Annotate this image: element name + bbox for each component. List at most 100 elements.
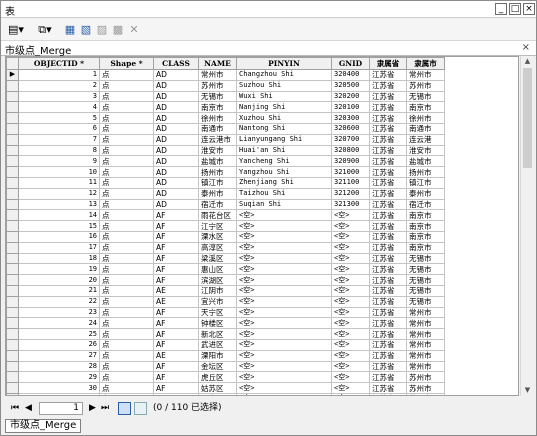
table-cell[interactable]: <空>	[236, 328, 332, 340]
table-cell[interactable]: 点	[99, 284, 154, 297]
table-cell[interactable]: 点	[99, 263, 154, 276]
table-cell[interactable]: 江苏省	[369, 122, 407, 135]
table-row[interactable]: 22 点 AE 宜兴市 <空> <空> 江苏省 无锡市	[6, 295, 445, 308]
table-cell[interactable]: 23	[18, 306, 100, 319]
table-cell[interactable]: 18	[18, 252, 100, 265]
table-cell[interactable]: 南京市	[198, 101, 237, 114]
column-header[interactable]: Shape *	[99, 57, 154, 70]
clear-selection-icon[interactable]: ▨	[95, 22, 109, 38]
table-cell[interactable]: 点	[99, 371, 154, 384]
table-cell[interactable]: 江苏省	[369, 69, 407, 81]
table-cell[interactable]: 常州市	[198, 69, 237, 81]
table-cell[interactable]: 江苏省	[369, 349, 407, 362]
table-cell[interactable]: 扬州市	[406, 166, 445, 178]
table-cell[interactable]: 常州市	[406, 349, 445, 362]
row-selector[interactable]	[6, 317, 19, 330]
table-cell[interactable]: 扬州市	[198, 166, 237, 178]
table-row[interactable]: 7 点 AD 连云港市 Lianyungang Shi 320700 江苏省 连云港	[6, 133, 445, 146]
table-cell[interactable]: 江苏省	[369, 209, 407, 222]
table-cell[interactable]: AD	[153, 69, 199, 81]
table-cell[interactable]: 盐城市	[406, 155, 445, 168]
table-cell[interactable]: Wuxi Shi	[236, 90, 332, 103]
table-cell[interactable]: 点	[99, 252, 154, 265]
delete-selected-icon[interactable]: ✕	[127, 22, 141, 38]
table-row[interactable]: 29 点 AF 虎丘区 <空> <空> 江苏省 苏州市	[6, 371, 445, 384]
table-cell[interactable]: AF	[153, 263, 199, 276]
table-cell[interactable]: 徐州市	[198, 112, 237, 124]
table-cell[interactable]: 江阴市	[198, 284, 237, 297]
table-cell[interactable]: AE	[153, 349, 199, 362]
table-cell[interactable]: Changzhou Shi	[236, 69, 332, 81]
table-cell[interactable]: <空>	[236, 382, 332, 394]
table-cell[interactable]: 4	[18, 101, 100, 114]
close-button[interactable]: ×	[523, 3, 535, 15]
table-cell[interactable]: 江苏省	[369, 306, 407, 319]
table-row[interactable]: 15 点 AF 江宁区 <空> <空> 江苏省 南京市	[6, 220, 445, 232]
table-row[interactable]: ▶ 1 点 AD 常州市 Changzhou Shi 320400 江苏省 常州市	[6, 69, 445, 81]
table-row[interactable]: 6 点 AD 南通市 Nantong Shi 320600 江苏省 南通市	[6, 122, 445, 135]
column-header[interactable]: 隶属市	[406, 57, 445, 70]
table-cell[interactable]: AF	[153, 230, 199, 243]
table-cell[interactable]: Yangzhou Shi	[236, 166, 332, 178]
table-cell[interactable]: 点	[99, 230, 154, 243]
table-cell[interactable]: 江苏省	[369, 328, 407, 340]
table-cell[interactable]: <空>	[331, 371, 370, 384]
table-cell[interactable]: 江苏省	[369, 187, 407, 200]
table-cell[interactable]: 320200	[331, 90, 370, 103]
table-cell[interactable]: AD	[153, 122, 199, 135]
table-cell[interactable]: 南京市	[406, 209, 445, 222]
table-cell[interactable]: 14	[18, 209, 100, 222]
scroll-up-icon[interactable]: ▲	[522, 56, 533, 67]
zoom-to-selected-icon[interactable]: ▩	[111, 22, 125, 38]
table-cell[interactable]: 江苏省	[369, 284, 407, 297]
table-cell[interactable]: 20	[18, 274, 100, 286]
table-cell[interactable]: 点	[99, 349, 154, 362]
table-cell[interactable]: 点	[99, 338, 154, 351]
select-by-attributes-icon[interactable]: ▦	[63, 22, 77, 38]
table-cell[interactable]: 8	[18, 144, 100, 157]
row-selector[interactable]	[6, 295, 19, 308]
table-cell[interactable]: 江苏省	[369, 166, 407, 178]
table-cell[interactable]: 镇江市	[198, 176, 237, 189]
table-cell[interactable]: 连云港市	[198, 133, 237, 146]
table-cell[interactable]: 点	[99, 144, 154, 157]
table-cell[interactable]: 溧阳市	[198, 349, 237, 362]
table-cell[interactable]: Taizhou Shi	[236, 187, 332, 200]
row-selector[interactable]	[6, 101, 19, 114]
table-row[interactable]: 18 点 AF 梁溪区 <空> <空> 江苏省 无锡市	[6, 252, 445, 265]
row-selector[interactable]	[6, 392, 19, 395]
table-cell[interactable]: 320900	[331, 155, 370, 168]
table-cell[interactable]: <空>	[331, 382, 370, 394]
table-cell[interactable]: 320400	[331, 69, 370, 81]
related-tables-icon[interactable]: ⧉▾	[34, 22, 56, 38]
row-selector[interactable]	[6, 230, 19, 243]
table-cell[interactable]: Lianyungang Shi	[236, 133, 332, 146]
table-row[interactable]: 21 点 AE 江阴市 <空> <空> 江苏省 无锡市	[6, 284, 445, 297]
table-cell[interactable]: <空>	[331, 220, 370, 232]
column-header[interactable]: CLASS	[153, 57, 199, 70]
table-cell[interactable]: 16	[18, 230, 100, 243]
minimize-button[interactable]: _	[495, 3, 507, 15]
table-cell[interactable]: 常州市	[406, 328, 445, 340]
table-cell[interactable]: 10	[18, 166, 100, 178]
table-cell[interactable]: 321100	[331, 176, 370, 189]
row-selector[interactable]	[6, 176, 19, 189]
table-cell[interactable]: 苏州市	[198, 79, 237, 92]
table-cell[interactable]: <空>	[331, 317, 370, 330]
table-cell[interactable]: 25	[18, 328, 100, 340]
table-cell[interactable]: 雨花台区	[198, 209, 237, 222]
bottom-table-tab[interactable]: 市级点_Merge	[5, 419, 82, 433]
tab-close-icon[interactable]: ×	[522, 42, 530, 53]
table-cell[interactable]: 金坛区	[198, 360, 237, 373]
table-cell[interactable]: 点	[99, 79, 154, 92]
column-header[interactable]: GNID	[331, 57, 370, 70]
table-cell[interactable]: 江苏省	[369, 263, 407, 276]
table-cell[interactable]: Suzhou Shi	[236, 79, 332, 92]
row-selector[interactable]	[6, 338, 19, 351]
table-cell[interactable]: AF	[153, 241, 199, 254]
table-cell[interactable]: 5	[18, 112, 100, 124]
switch-selection-icon[interactable]: ▧	[79, 22, 93, 38]
table-cell[interactable]: AD	[153, 198, 199, 211]
table-cell[interactable]: 点	[99, 328, 154, 340]
table-cell[interactable]: 点	[99, 392, 154, 395]
